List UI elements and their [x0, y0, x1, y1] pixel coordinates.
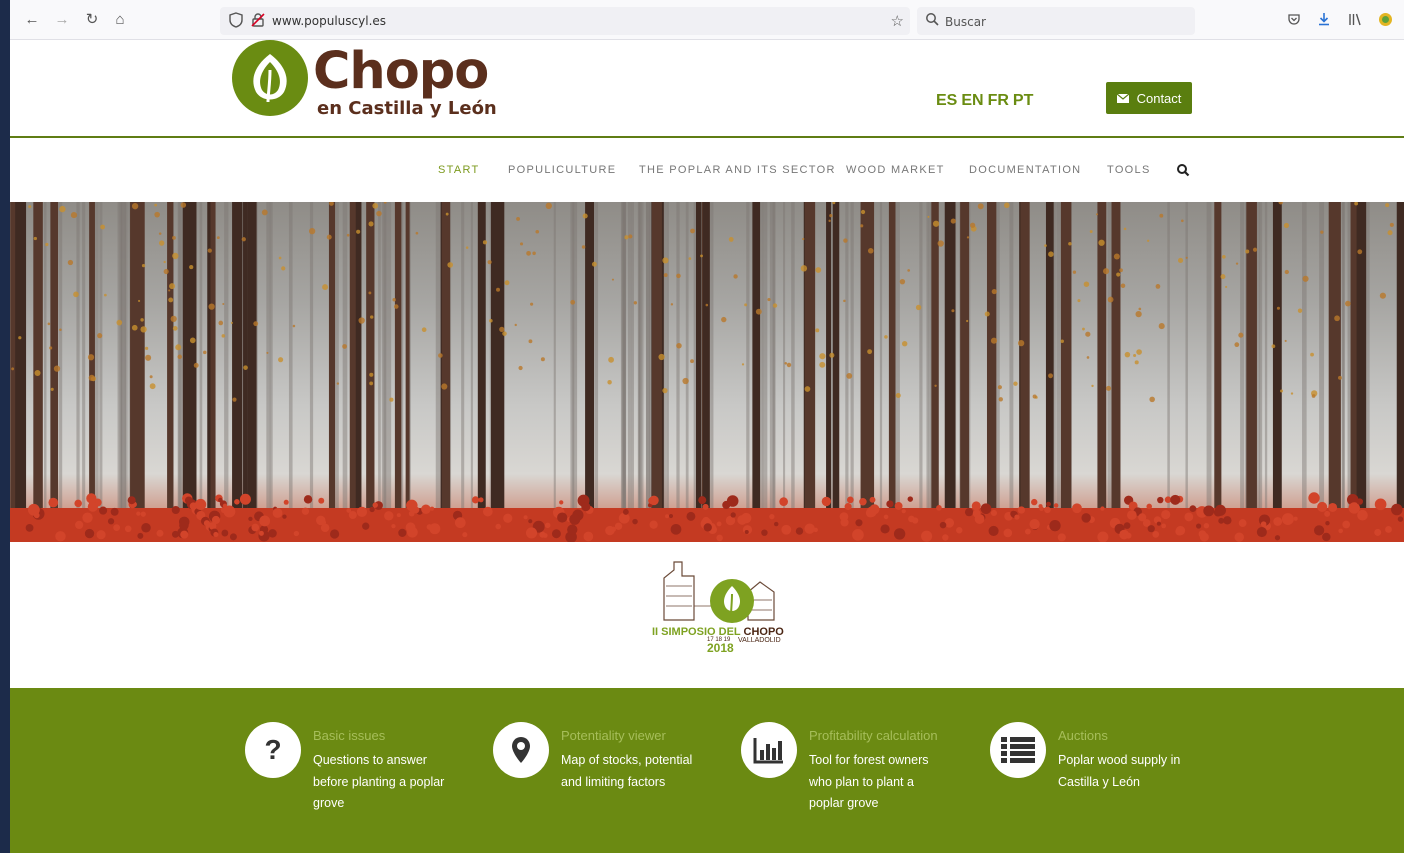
back-arrow-icon[interactable]: ←	[23, 11, 41, 29]
logo-subtitle: en Castilla y León	[317, 98, 497, 119]
extension-icon[interactable]	[1378, 12, 1393, 27]
features-band: ? Basic issues Questions to answer befor…	[10, 688, 1404, 853]
search-icon	[926, 13, 939, 26]
map-marker-icon[interactable]	[493, 722, 549, 778]
symposium-building-icon	[663, 561, 775, 623]
site-header: Chopo en Castilla y León ES EN FR PT Con…	[10, 40, 1404, 138]
logo-title[interactable]: Chopo	[313, 42, 489, 102]
lang-fr[interactable]: FR	[988, 92, 1009, 110]
browser-viewport: ← → ↻ ⌂ www.populuscyl.es ☆ Buscar Chopo…	[10, 0, 1404, 853]
envelope-icon	[1116, 93, 1129, 103]
feature-description: Tool for forest owners who plan to plant…	[809, 753, 929, 810]
logo-leaf-icon[interactable]	[232, 40, 308, 116]
nav-poplar-sector[interactable]: THE POPLAR AND ITS SECTOR	[639, 164, 836, 176]
browser-search-bar[interactable]: Buscar	[917, 7, 1195, 35]
search-placeholder[interactable]: Buscar	[945, 15, 986, 29]
language-switcher: ES EN FR PT	[936, 92, 1033, 110]
nav-tools[interactable]: TOOLS	[1107, 164, 1151, 176]
url-text[interactable]: www.populuscyl.es	[272, 14, 386, 28]
hero-poplar-forest-image	[10, 202, 1404, 542]
nav-populiculture[interactable]: POPULICULTURE	[508, 164, 616, 176]
lang-en[interactable]: EN	[961, 92, 983, 110]
bar-chart-icon[interactable]	[741, 722, 797, 778]
window-left-edge	[0, 0, 10, 853]
reload-icon[interactable]: ↻	[83, 11, 101, 29]
nav-documentation[interactable]: DOCUMENTATION	[969, 164, 1081, 176]
site-search-icon[interactable]	[1176, 163, 1190, 177]
lang-pt[interactable]: PT	[1013, 92, 1033, 110]
symposium-city: VALLADOLID	[738, 637, 781, 644]
nav-start[interactable]: START	[438, 164, 480, 176]
home-icon[interactable]: ⌂	[111, 11, 129, 29]
symposium-year: 2018	[707, 641, 734, 655]
feature-title[interactable]: Basic issues	[313, 728, 385, 743]
insecure-lock-icon[interactable]	[250, 12, 266, 28]
feature-title[interactable]: Auctions	[1058, 728, 1108, 743]
forward-arrow-icon[interactable]: →	[53, 11, 71, 29]
feature-title[interactable]: Profitability calculation	[809, 728, 938, 743]
main-navigation: START POPULICULTURE THE POPLAR AND ITS S…	[10, 140, 1404, 202]
feature-description: Map of stocks, potential and limiting fa…	[561, 753, 693, 789]
feature-title[interactable]: Potentiality viewer	[561, 728, 666, 743]
contact-label: Contact	[1136, 90, 1182, 106]
nav-wood-market[interactable]: WOOD MARKET	[846, 164, 945, 176]
contact-button[interactable]: Contact	[1106, 82, 1192, 114]
lang-es[interactable]: ES	[936, 92, 957, 110]
feature-description: Poplar wood supply in Castilla y León	[1058, 753, 1181, 789]
tracking-shield-icon[interactable]	[228, 12, 244, 28]
bookmark-star-icon[interactable]: ☆	[891, 12, 904, 30]
browser-toolbar: ← → ↻ ⌂ www.populuscyl.es ☆ Buscar	[10, 0, 1404, 40]
download-icon[interactable]	[1317, 12, 1331, 26]
pocket-icon[interactable]	[1287, 12, 1301, 26]
library-icon[interactable]	[1348, 12, 1362, 26]
feature-description: Questions to answer before planting a po…	[313, 753, 445, 810]
address-bar[interactable]: www.populuscyl.es ☆	[220, 7, 910, 35]
symposium-logo[interactable]: II SIMPOSIO DEL CHOPO 17 18 19 VALLADOLI…	[650, 556, 786, 660]
question-icon[interactable]: ?	[245, 722, 301, 778]
list-icon[interactable]	[990, 722, 1046, 778]
